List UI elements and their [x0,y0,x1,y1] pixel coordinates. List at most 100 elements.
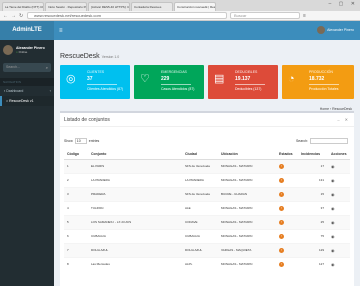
window-controls[interactable]: – ▢ ✕ [329,1,358,7]
cell-city: LA PRADERA [182,172,218,187]
top-navbar: ≡ Alexander Pinero [54,21,360,40]
view-icon[interactable]: ◉ [331,220,335,225]
url-input[interactable]: www.rescuedesk.net/rescuedesk.com [27,12,227,19]
browser-tab-active[interactable]: Construcción rescuedk | RescueDesk [174,2,216,11]
cell-city: CODAVE [182,214,218,229]
cell-incidents: 129 [298,242,328,257]
page-subtitle: Version 1.0 [101,55,120,59]
table-row[interactable]: 7 DOLIA AZUL DOLIA AZUL VARGAS - MAQUIETA! 1… [64,242,350,257]
table-search-input[interactable] [310,138,348,144]
progress-bar [161,84,191,85]
user-menu[interactable]: Alexander Pinero [317,26,354,34]
cell-code: 6 [64,228,88,243]
column-header[interactable]: Ciudad [182,149,218,160]
column-header[interactable]: Estados [276,149,298,160]
progress-bar [87,84,117,85]
browser-tab[interactable]: La Tiene del Diablo (NTT) CDI [2,2,44,11]
app-logo[interactable]: AdminLTE [0,21,54,40]
reload-icon[interactable]: ↻ [19,13,24,19]
cell-location: MONAGAS - MATURIN [218,172,276,187]
sidebar-item-rescuedesk[interactable]: ○ RescueDesk v1 [0,96,54,106]
avatar [3,45,13,55]
menu-icon[interactable]: ≡ [303,13,308,19]
status-icon: ! [279,191,284,197]
info-box-production[interactable]: ◔ PRODUCCIÓN 18.732 Producción Totales [282,65,354,99]
table-row[interactable]: 8 Las Mercedes ALPL MONAGAS - MATURIN! 127 ◉ [64,256,350,271]
browser-tab[interactable]: Contaduría Rescues [131,2,173,11]
cell-code: 5 [64,214,88,229]
view-icon[interactable]: ◉ [331,164,335,169]
forward-icon[interactable]: → [11,13,16,19]
topbar-user-name: Alexander Pinero [327,28,354,32]
info-box-number: 19.137 [235,76,251,82]
page-title-text: RescueDesk [60,53,100,60]
cell-city: SFS de Venezuela [182,158,218,173]
browser-tab[interactable]: Inicio Sesión · Repositorio Preliminar [45,2,87,11]
cell-incidents: 131 [298,172,328,187]
cell-code: 4 [64,200,88,215]
column-header[interactable]: Ubicación [218,149,276,160]
cell-status: ! [276,214,298,229]
info-box-desc: Producción Totales [309,87,339,91]
status-icon: ! [279,177,284,183]
table-row[interactable]: 1 EL PARIS SFS de Venezuela MONAGAS - MATUR… [64,158,350,173]
view-icon[interactable]: ◉ [331,206,335,211]
table-row[interactable]: 3 PRADERA SFS de Venezuela BUCRE - GUARAN! 1… [64,186,350,201]
info-box-label: DEDUCIBLES [235,70,258,74]
sidebar-item-dashboard[interactable]: ▪ Dashboard ‹ [0,86,54,96]
user-status-text: Online [18,50,28,54]
view-icon[interactable]: ◉ [331,234,335,239]
cell-city: ALE [182,200,218,215]
cell-incidents: 25 [298,214,328,229]
cell-name: LOS SAMANES I - LX 23 AVS [88,214,182,229]
info-box-number: 229 [161,76,170,82]
sidebar-item-label: Dashboard [6,89,24,93]
cell-code: 3 [64,186,88,201]
cell-location: BUCRE - GUARAN [218,186,276,201]
search-icon[interactable]: ⌕ [46,63,48,72]
cell-location: VARGAS - MAQUIETA [218,242,276,257]
view-icon[interactable]: ◉ [331,192,335,197]
main-content: RescueDesk Version 1.0 ◎ CLIENTES 37 Clie… [54,40,360,286]
column-header[interactable]: Acciones [328,149,350,160]
info-box-clients[interactable]: ◎ CLIENTES 37 Clientes Atendidos (87) [60,65,130,99]
browser-tab[interactable]: [Activar RES5-40 HTTPS]: Curso de Larave… [88,2,130,11]
hamburger-icon[interactable]: ≡ [59,28,63,34]
table-row[interactable]: 4 TULIPAN ALE MONAGAS - MATURIN! 37 ◉ [64,200,350,215]
column-header[interactable]: Código [64,149,88,160]
box-tools[interactable]: – ✕ [337,117,350,122]
back-icon[interactable]: ← [3,13,8,19]
cell-actions: ◉ [328,242,350,257]
info-box-desc: Deducibles (137) [235,87,262,91]
cell-code: 7 [64,242,88,257]
page-length-select[interactable]: 10 [74,138,87,144]
page-title: RescueDesk Version 1.0 [60,53,119,60]
cell-location: MONAGAS - MATURIN [218,228,276,243]
view-icon[interactable]: ◉ [331,248,335,253]
cell-incidents: 15 [298,186,328,201]
table-row[interactable]: 2 LA PRADERA LA PRADERA MONAGAS - MATURIN! 1… [64,172,350,187]
info-box-label: EMERGENCIAS [161,70,187,74]
cell-location: MONAGAS - MATURIN [218,158,276,173]
cell-name: CUBAGUA [88,228,182,243]
browser-search-input[interactable]: Buscar [230,12,300,19]
column-header[interactable]: Conjunto [88,149,182,160]
view-icon[interactable]: ◉ [331,178,335,183]
column-header[interactable]: Incidencias [298,149,328,160]
status-dot-icon: ● [16,50,18,54]
cell-city: ALPL [182,256,218,271]
table-row[interactable]: 5 LOS SAMANES I - LX 23 AVS CODAVE MONAGAS … [64,214,350,229]
cell-actions: ◉ [328,200,350,215]
cell-status: ! [276,242,298,257]
info-box-emergencies[interactable]: ♡ EMERGENCIAS 229 Casos Atendidos (87) [134,65,204,99]
view-icon[interactable]: ◉ [331,262,335,267]
sidebar-search-input[interactable]: Search... ⌕ [3,63,51,72]
cell-status: ! [276,200,298,215]
info-box-deductibles[interactable]: ▤ DEDUCIBLES 19.137 Deducibles (137) [208,65,278,99]
divider [60,126,354,127]
cell-status: ! [276,228,298,243]
sidebar-item-label: RescueDesk v1 [9,99,34,103]
table-row[interactable]: 6 CUBAGUA CUBAGUA MONAGAS - MATURIN! 75 ◉ [64,228,350,243]
cell-incidents: 127 [298,256,328,271]
avatar [317,26,326,34]
